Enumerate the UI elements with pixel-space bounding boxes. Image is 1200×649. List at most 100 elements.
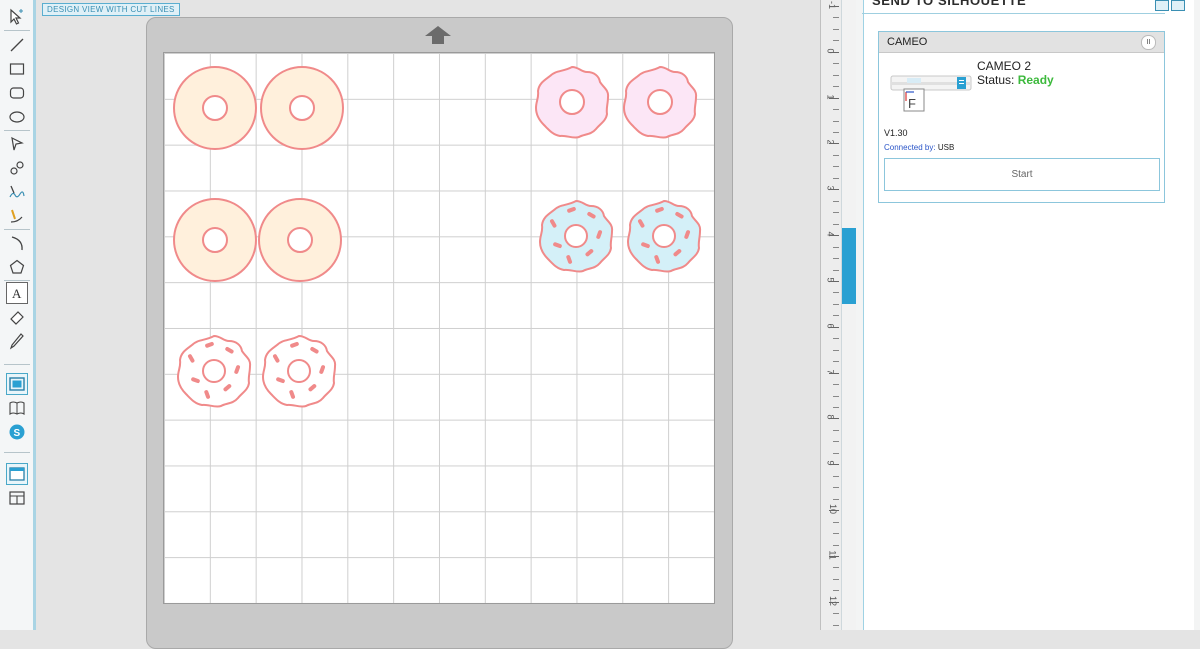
donut-ring-shape[interactable] xyxy=(259,65,345,151)
toolbar-divider xyxy=(4,280,30,281)
ruler-tick xyxy=(833,303,839,305)
toolbar-divider xyxy=(4,364,30,365)
panel-divider xyxy=(862,13,1165,14)
ruler-tick xyxy=(833,338,839,340)
donut-sprinkle-shape[interactable] xyxy=(625,199,703,273)
knife-icon[interactable] xyxy=(6,330,28,352)
ruler-tick xyxy=(833,521,839,523)
svg-text:F: F xyxy=(908,96,916,111)
smooth-freehand-icon[interactable] xyxy=(6,205,28,227)
ruler-tick xyxy=(829,143,839,145)
ruler-tick xyxy=(833,544,839,546)
arc-icon[interactable] xyxy=(6,232,28,254)
ruler-tick xyxy=(829,464,839,466)
firmware-version: V1.30 xyxy=(884,128,908,138)
ruler-tick xyxy=(833,613,839,615)
ruler-tick xyxy=(833,407,839,408)
ruler-tick xyxy=(833,315,839,317)
ruler-tick xyxy=(833,498,839,500)
store-icon[interactable]: S xyxy=(6,421,28,443)
donut-icing-shape[interactable] xyxy=(621,65,699,139)
split-view-icon[interactable] xyxy=(6,487,28,509)
ruler-tick xyxy=(833,452,839,454)
feed-direction-arrow-icon xyxy=(425,26,451,44)
ruler-tick xyxy=(829,372,839,374)
vertical-scrollbar[interactable] xyxy=(841,0,857,630)
mat-grid[interactable] xyxy=(163,52,715,604)
ruler-label: 12 xyxy=(828,595,839,606)
send-panel-icon[interactable] xyxy=(6,463,28,485)
panel-collapse-icon[interactable] xyxy=(1171,0,1185,11)
ruler-tick xyxy=(829,601,839,603)
drawing-toolbar: A S xyxy=(0,0,34,630)
ruler-tick xyxy=(833,86,839,88)
device-card: CAMEO II F CAMEO 2 Status: Ready V1.30 C… xyxy=(878,31,1165,203)
ruler-tick xyxy=(833,292,839,294)
donut-sprinkle-outline-shape[interactable] xyxy=(259,334,339,408)
donut-ring-shape[interactable] xyxy=(172,65,258,151)
freehand-icon[interactable] xyxy=(6,181,28,203)
status-value: Ready xyxy=(1017,73,1054,87)
ruler-tick xyxy=(833,63,839,65)
polygon-icon[interactable] xyxy=(6,133,28,155)
panel-title: SEND TO SILHOUETTE xyxy=(872,0,1027,8)
toolbar-divider xyxy=(4,452,30,453)
scrollbar-thumb[interactable] xyxy=(842,228,856,304)
donut-ring-shape[interactable] xyxy=(172,197,258,283)
ruler-tick xyxy=(833,567,839,569)
cutter-machine-icon: F xyxy=(890,75,972,112)
ruler-tick xyxy=(833,177,839,179)
ruler-tick xyxy=(833,475,839,477)
text-icon[interactable]: A xyxy=(6,282,28,304)
ruler-tick xyxy=(833,578,839,580)
start-button[interactable]: Start xyxy=(884,158,1160,191)
donut-sprinkle-outline-shape[interactable] xyxy=(174,334,254,408)
device-status: Status: Ready xyxy=(977,73,1054,87)
connection-label: Connected by: xyxy=(884,143,936,152)
svg-text:A: A xyxy=(12,286,22,301)
ruler-tick xyxy=(833,166,839,168)
line-icon[interactable] xyxy=(6,34,28,56)
ruler-tick xyxy=(833,120,839,122)
rectangle-icon[interactable] xyxy=(6,58,28,80)
ruler-label: 11 xyxy=(827,550,838,560)
eraser-icon[interactable] xyxy=(6,306,28,328)
ruler-tick xyxy=(833,246,839,248)
ruler-tick xyxy=(833,349,839,351)
ruler-tick xyxy=(833,590,839,592)
vertical-ruler: -1 0 1 2 3 4 5 6 7 8 9 10 11 12 xyxy=(820,0,842,630)
ruler-tick xyxy=(833,361,839,363)
svg-text:S: S xyxy=(14,428,21,439)
donut-icing-shape[interactable] xyxy=(533,65,611,139)
status-label: Status: xyxy=(977,73,1015,87)
library-icon[interactable] xyxy=(6,397,28,419)
ruler-label: -1 xyxy=(827,0,838,10)
ruler-tick xyxy=(833,223,839,225)
ruler-tick xyxy=(833,533,839,535)
donut-ring-shape[interactable] xyxy=(257,197,343,283)
ellipse-icon[interactable] xyxy=(6,106,28,128)
ruler-tick xyxy=(833,109,839,111)
ruler-tick xyxy=(833,441,839,443)
ruler-label: 10 xyxy=(828,504,839,515)
panel-expand-icon[interactable] xyxy=(1155,0,1169,11)
pause-icon[interactable]: II xyxy=(1141,35,1156,50)
select-icon[interactable] xyxy=(6,6,28,28)
ruler-tick xyxy=(833,40,839,42)
ruler-tick xyxy=(829,510,839,512)
design-view-icon[interactable] xyxy=(6,373,28,395)
device-card-title: CAMEO xyxy=(887,36,928,48)
ruler-tick xyxy=(829,235,839,237)
ruler-tick xyxy=(829,555,839,557)
donut-sprinkle-shape[interactable] xyxy=(537,199,615,273)
ruler-tick xyxy=(833,258,839,260)
rounded-rectangle-icon[interactable] xyxy=(6,82,28,104)
regular-polygon-icon[interactable] xyxy=(6,256,28,278)
curve-icon[interactable] xyxy=(6,157,28,179)
connection-value: USB xyxy=(937,143,955,152)
ruler-tick xyxy=(833,154,839,156)
ruler-tick xyxy=(833,429,839,431)
ruler-tick xyxy=(829,6,839,7)
ruler-tick xyxy=(833,17,839,19)
toolbar-divider xyxy=(4,130,30,131)
